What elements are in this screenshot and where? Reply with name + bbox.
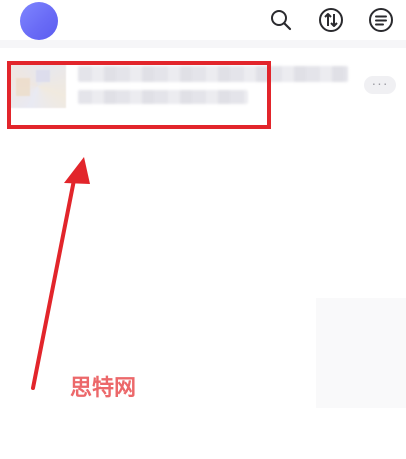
sort-arrows-icon	[319, 8, 343, 32]
search-button[interactable]	[268, 7, 294, 33]
menu-lines-icon	[369, 8, 393, 32]
search-icon	[271, 10, 292, 31]
more-options-button[interactable]: ···	[364, 76, 396, 94]
highlight-box	[7, 61, 271, 129]
watermark-text: 思特网	[70, 376, 137, 401]
sort-button[interactable]	[318, 7, 344, 33]
user-avatar[interactable]	[20, 2, 58, 40]
top-bar	[0, 0, 406, 40]
empty-placeholder	[316, 298, 406, 408]
menu-button[interactable]	[368, 7, 394, 33]
